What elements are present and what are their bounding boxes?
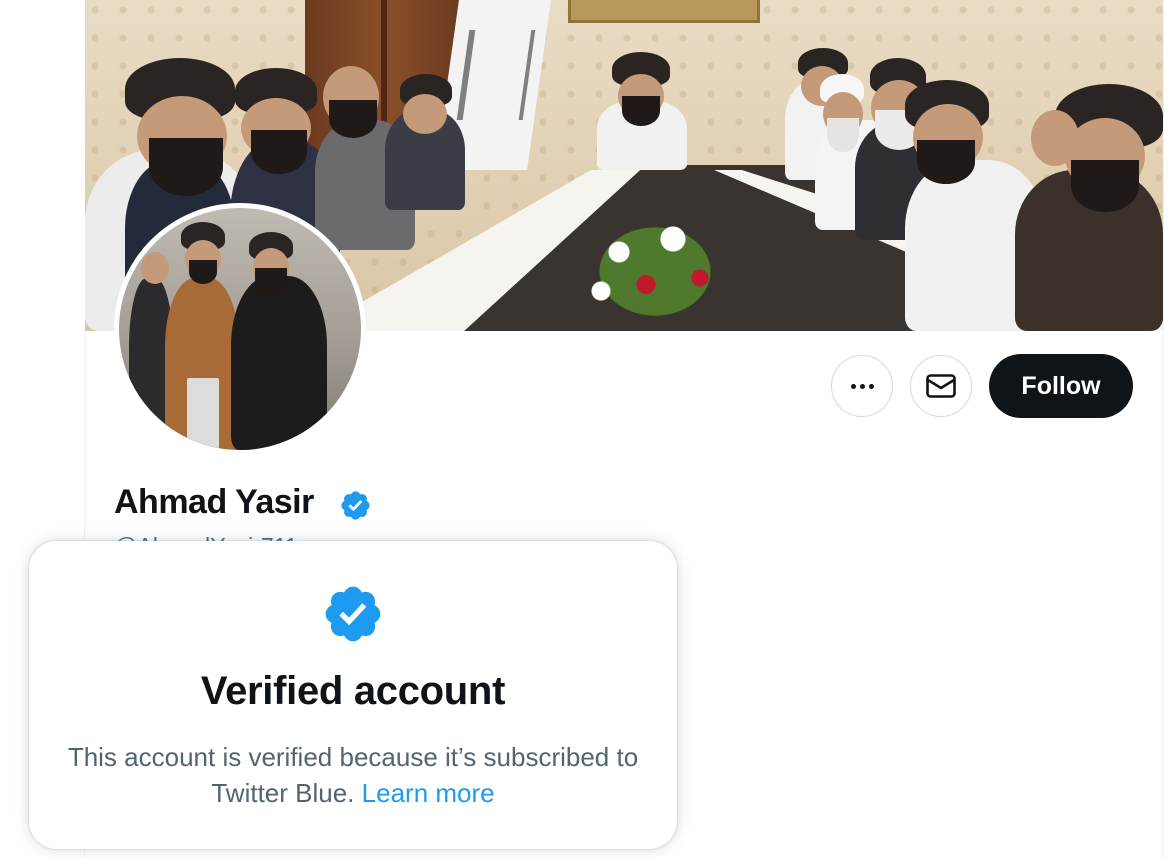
popover-body: This account is verified because it’s su… (59, 739, 647, 811)
verified-badge-icon (325, 586, 381, 642)
banner-person-beard (251, 130, 307, 174)
profile-display-name: Ahmad Yasir (114, 483, 314, 521)
message-button[interactable] (910, 355, 972, 417)
column-border-right (1163, 0, 1164, 858)
banner-flag-script (456, 30, 536, 120)
ellipsis-icon (850, 383, 874, 389)
popover-title: Verified account (200, 669, 506, 713)
banner-person-beard (917, 140, 975, 184)
banner-person-head (403, 94, 447, 134)
verified-popover: Verified account This account is verifie… (29, 541, 677, 849)
banner-person-head (1031, 110, 1079, 166)
profile-avatar[interactable] (114, 203, 366, 455)
avatar-person-beard (189, 260, 217, 284)
envelope-icon (926, 374, 956, 398)
banner-person-beard (827, 118, 859, 152)
banner-person-beard (622, 96, 660, 126)
verified-badge-icon[interactable] (339, 489, 372, 522)
banner-frame (568, 0, 760, 23)
banner-person-beard (1071, 160, 1139, 212)
banner-person-beard (149, 138, 223, 196)
popover-body-text: This account is verified because it’s su… (67, 742, 639, 808)
banner-flowers (565, 200, 745, 330)
banner-person-beard (329, 100, 377, 138)
learn-more-link[interactable]: Learn more (362, 778, 495, 808)
avatar-photo (119, 208, 361, 450)
avatar-person-head (141, 252, 169, 284)
follow-button[interactable]: Follow (989, 354, 1133, 418)
avatar-person-beard (255, 268, 287, 298)
avatar-person (231, 276, 327, 450)
more-button[interactable] (831, 355, 893, 417)
avatar-person (187, 378, 219, 450)
